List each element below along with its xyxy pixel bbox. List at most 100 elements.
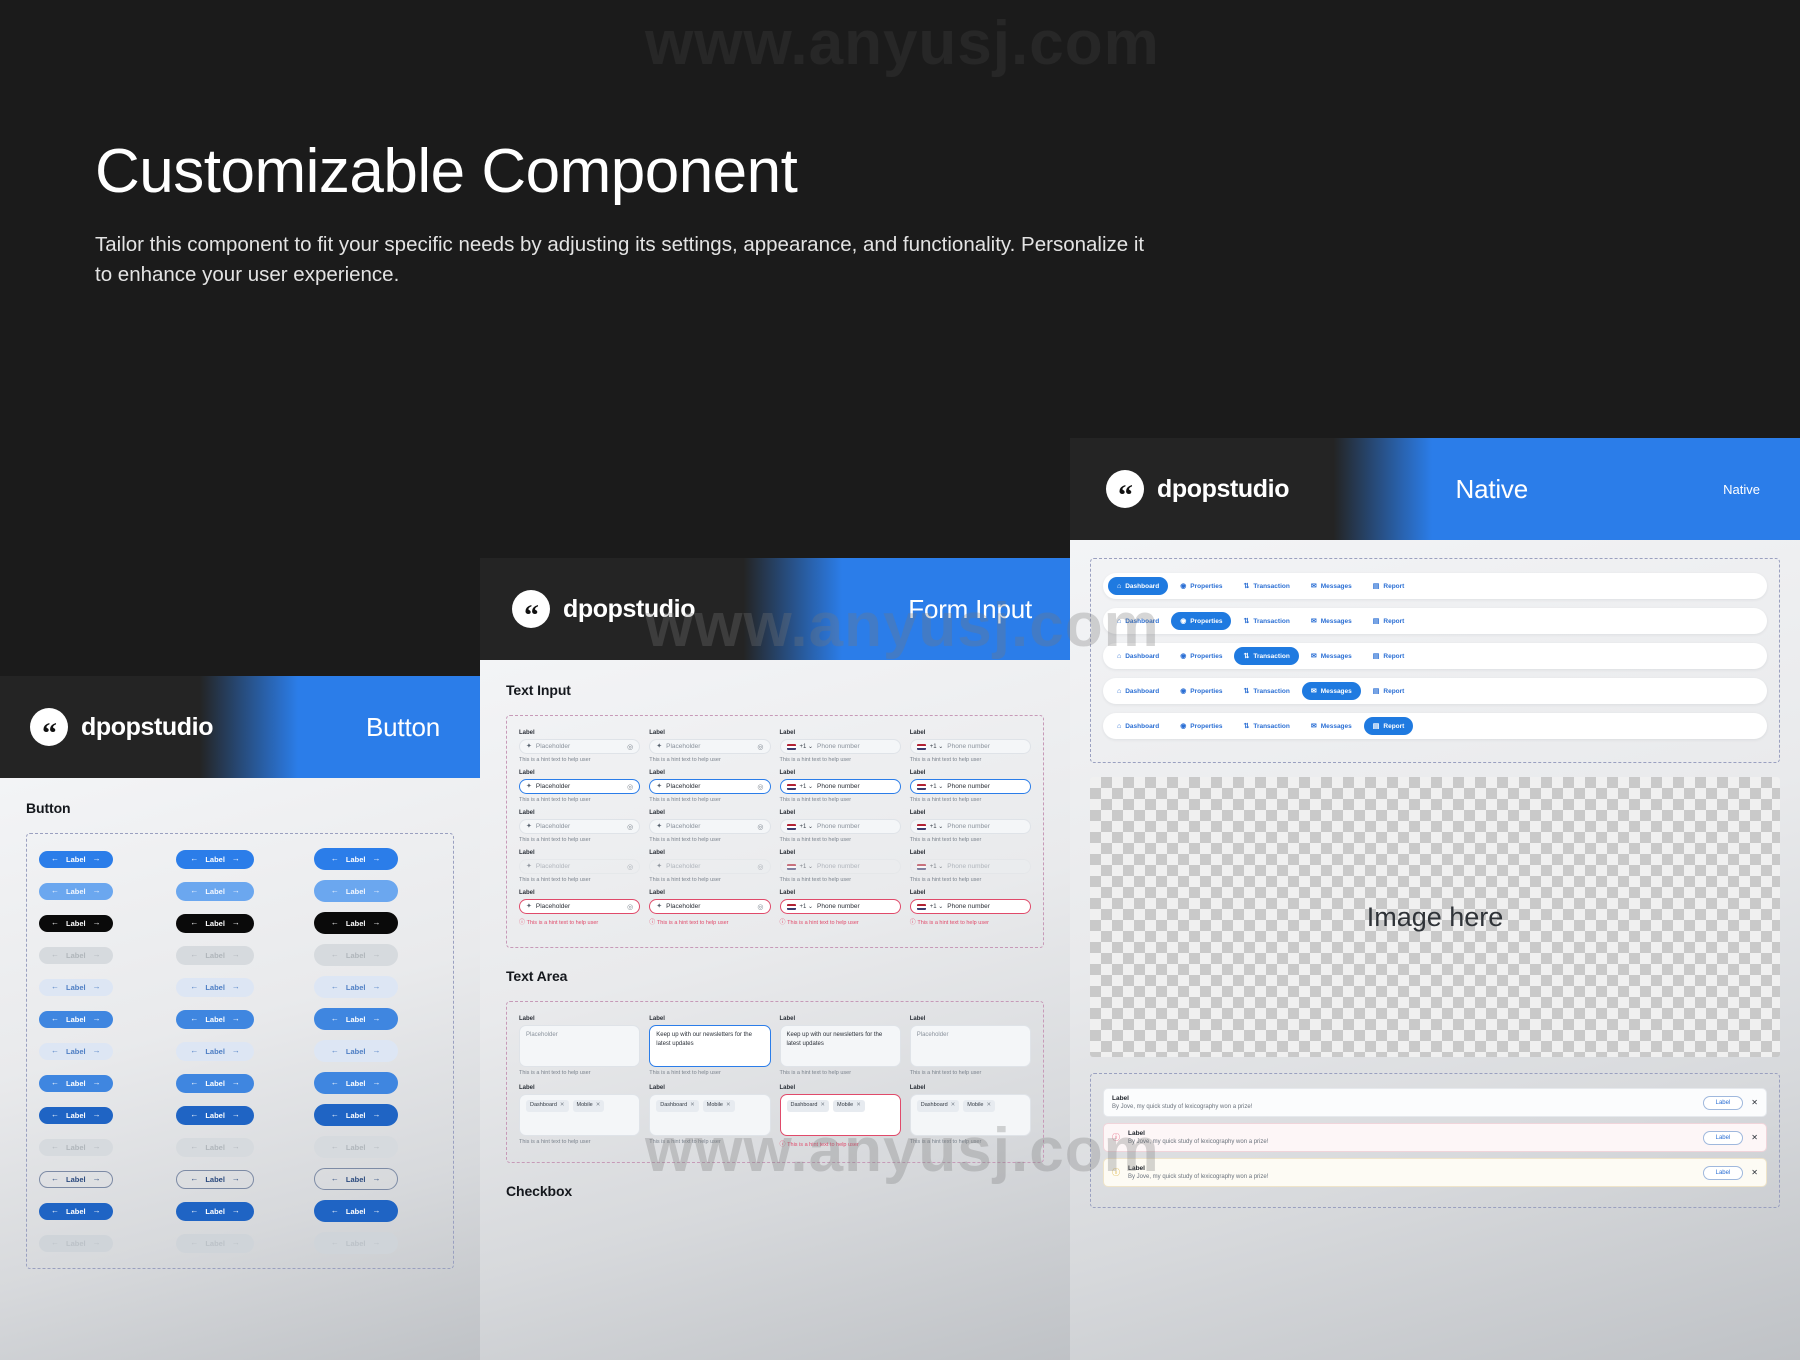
tab-messages[interactable]: ✉ Messages — [1302, 612, 1361, 630]
textarea-input[interactable]: Dashboard ✕ Mobile ✕ — [519, 1094, 641, 1136]
chip[interactable]: Mobile ✕ — [833, 1100, 865, 1112]
country-code-select[interactable]: +1 ⌄ — [800, 823, 814, 830]
chip-remove-icon[interactable]: ✕ — [820, 1102, 825, 1110]
label-button-muted-lg[interactable]: ← Label → — [313, 1232, 398, 1254]
label-button-disabled-md[interactable]: ← Label → — [176, 945, 254, 965]
label-button-disabled-lg[interactable]: ← Label → — [313, 944, 398, 966]
label-button-secondary-alt-lg[interactable]: ← Label → — [313, 1072, 398, 1094]
label-button-ghost-alt-lg[interactable]: ← Label → — [313, 1040, 398, 1062]
label-button-secondary-lg[interactable]: ← Label → — [313, 1008, 398, 1030]
close-icon[interactable]: ✕ — [1751, 1133, 1758, 1142]
chip[interactable]: Mobile ✕ — [702, 1100, 735, 1112]
label-button-secondary-alt-md[interactable]: ← Label → — [176, 1073, 254, 1093]
chip-remove-icon[interactable]: ✕ — [951, 1102, 956, 1110]
tab-dashboard[interactable]: ⌂ Dashboard — [1108, 717, 1168, 735]
alert-action-button[interactable]: Label — [1702, 1165, 1744, 1180]
eye-icon[interactable]: ◎ — [627, 903, 633, 911]
close-icon[interactable]: ✕ — [1751, 1168, 1758, 1177]
tab-transaction[interactable]: ⇅ Transaction — [1234, 717, 1298, 735]
country-code-select[interactable]: +1 ⌄ — [800, 863, 814, 870]
eye-icon[interactable]: ◎ — [757, 783, 763, 791]
tab-dashboard[interactable]: ⌂ Dashboard — [1108, 577, 1169, 595]
tab-dashboard[interactable]: ⌂ Dashboard — [1108, 612, 1168, 630]
tab-report[interactable]: ▤ Report — [1364, 647, 1414, 665]
tab-dashboard[interactable]: ⌂ Dashboard — [1108, 647, 1168, 665]
label-button-ghost-alt-sm[interactable]: ← Label → — [39, 1042, 113, 1060]
tab-report[interactable]: ▤ Report — [1363, 717, 1414, 735]
label-button-outline-lg[interactable]: ← Label → — [313, 1168, 398, 1190]
chip[interactable]: Mobile ✕ — [572, 1100, 605, 1112]
tab-messages[interactable]: ✉ Messages — [1302, 717, 1361, 735]
label-button-dark-sm[interactable]: ← Label → — [39, 914, 113, 932]
text-input[interactable]: ✦ Placeholder ◎ — [519, 859, 641, 874]
textarea-input[interactable]: Dashboard ✕ Mobile ✕ — [779, 1094, 901, 1136]
label-button-pressed-alt-md[interactable]: ← Label → — [176, 1201, 254, 1221]
chip[interactable]: Dashboard ✕ — [526, 1100, 569, 1112]
country-code-select[interactable]: +1 ⌄ — [930, 823, 944, 830]
tab-transaction[interactable]: ⇅ Transaction — [1234, 612, 1298, 630]
tab-properties[interactable]: ◉ Properties — [1171, 717, 1231, 735]
text-input[interactable]: ✦ Placeholder ◎ — [519, 739, 641, 754]
eye-icon[interactable]: ◎ — [627, 783, 633, 791]
label-button-muted-md[interactable]: ← Label → — [176, 1233, 254, 1253]
eye-icon[interactable]: ◎ — [627, 823, 633, 831]
label-button-default-sm[interactable]: ← Label → — [39, 850, 113, 868]
text-input[interactable]: +1 ⌄ Phone number — [779, 779, 901, 794]
chip[interactable]: Dashboard ✕ — [786, 1100, 830, 1112]
label-button-default-md[interactable]: ← Label → — [176, 849, 254, 869]
close-icon[interactable]: ✕ — [1751, 1098, 1758, 1107]
label-button-ghost-alt-md[interactable]: ← Label → — [176, 1041, 254, 1061]
eye-icon[interactable]: ◎ — [757, 903, 763, 911]
text-input[interactable]: ✦ Placeholder ◎ — [649, 819, 771, 834]
country-code-select[interactable]: +1 ⌄ — [930, 903, 944, 910]
text-input[interactable]: +1 ⌄ Phone number — [779, 739, 901, 754]
tab-report[interactable]: ▤ Report — [1364, 612, 1414, 630]
chip-remove-icon[interactable]: ✕ — [560, 1102, 565, 1110]
tab-report[interactable]: ▤ Report — [1364, 577, 1414, 595]
tab-transaction[interactable]: ⇅ Transaction — [1234, 647, 1299, 665]
tab-messages[interactable]: ✉ Messages — [1302, 647, 1361, 665]
tab-transaction[interactable]: ⇅ Transaction — [1234, 577, 1298, 595]
tab-properties[interactable]: ◉ Properties — [1171, 577, 1231, 595]
text-input[interactable]: ✦ Placeholder ◎ — [519, 779, 641, 794]
country-code-select[interactable]: +1 ⌄ — [800, 743, 814, 750]
label-button-secondary-alt-sm[interactable]: ← Label → — [39, 1074, 113, 1092]
text-input[interactable]: ✦ Placeholder ◎ — [649, 779, 771, 794]
eye-icon[interactable]: ◎ — [627, 743, 633, 751]
textarea-input[interactable]: Keep up with our newsletters for the lat… — [649, 1025, 771, 1067]
eye-icon[interactable]: ◎ — [627, 863, 633, 871]
label-button-hover-sm[interactable]: ← Label → — [39, 882, 113, 900]
label-button-ghost-md[interactable]: ← Label → — [176, 977, 254, 997]
tab-dashboard[interactable]: ⌂ Dashboard — [1108, 682, 1168, 700]
chip-remove-icon[interactable]: ✕ — [690, 1102, 695, 1110]
country-code-select[interactable]: +1 ⌄ — [800, 903, 814, 910]
chip-remove-icon[interactable]: ✕ — [986, 1102, 991, 1110]
label-button-pressed-lg[interactable]: ← Label → — [313, 1104, 398, 1126]
tab-transaction[interactable]: ⇅ Transaction — [1234, 682, 1298, 700]
label-button-dark-md[interactable]: ← Label → — [176, 913, 254, 933]
text-input[interactable]: ✦ Placeholder ◎ — [519, 819, 641, 834]
label-button-disabled-alt-sm[interactable]: ← Label → — [39, 1138, 113, 1156]
textarea-input[interactable]: Dashboard ✕ Mobile ✕ — [649, 1094, 771, 1136]
chip[interactable]: Mobile ✕ — [963, 1100, 996, 1112]
textarea-input[interactable]: Dashboard ✕ Mobile ✕ — [909, 1094, 1031, 1136]
label-button-pressed-alt-lg[interactable]: ← Label → — [313, 1200, 398, 1222]
chip-remove-icon[interactable]: ✕ — [726, 1102, 731, 1110]
eye-icon[interactable]: ◎ — [757, 823, 763, 831]
label-button-disabled-alt-md[interactable]: ← Label → — [176, 1137, 254, 1157]
country-code-select[interactable]: +1 ⌄ — [930, 783, 944, 790]
label-button-dark-lg[interactable]: ← Label → — [313, 912, 398, 934]
label-button-disabled-alt-lg[interactable]: ← Label → — [313, 1136, 398, 1158]
label-button-hover-lg[interactable]: ← Label → — [313, 880, 398, 902]
text-input[interactable]: ✦ Placeholder ◎ — [649, 859, 771, 874]
eye-icon[interactable]: ◎ — [757, 863, 763, 871]
text-input[interactable]: +1 ⌄ Phone number — [909, 819, 1031, 834]
label-button-default-lg[interactable]: ← Label → — [313, 848, 398, 870]
eye-icon[interactable]: ◎ — [757, 743, 763, 751]
text-input[interactable]: ✦ Placeholder ◎ — [649, 739, 771, 754]
text-input[interactable]: +1 ⌄ Phone number — [909, 779, 1031, 794]
label-button-ghost-sm[interactable]: ← Label → — [39, 978, 113, 996]
alert-action-button[interactable]: Label — [1702, 1095, 1744, 1110]
label-button-pressed-md[interactable]: ← Label → — [176, 1105, 254, 1125]
label-button-disabled-sm[interactable]: ← Label → — [39, 946, 113, 964]
